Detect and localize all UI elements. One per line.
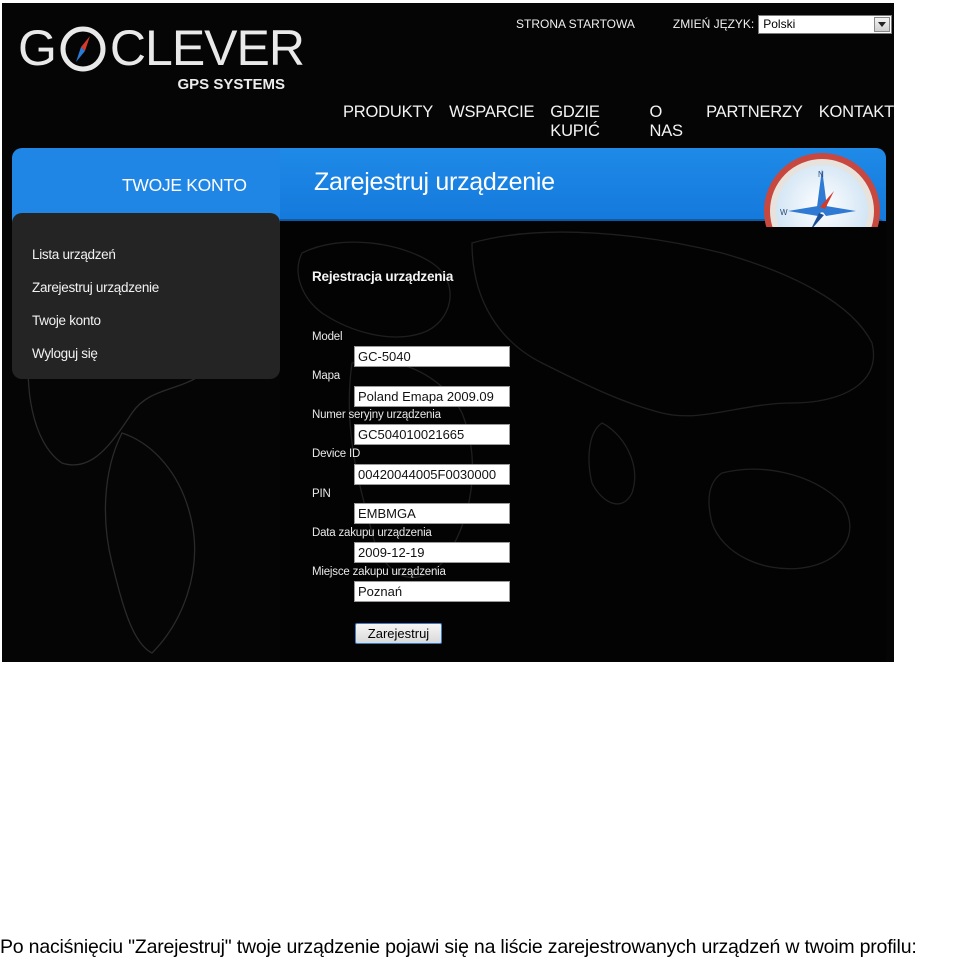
language-select[interactable]: Polski (758, 14, 893, 34)
main-navigation: PRODUKTY WSPARCIE GDZIE KUPIĆ O NAS PART… (343, 103, 894, 141)
svg-text:W: W (780, 208, 788, 217)
purchase-date-label: Data zakupu urządzenia (312, 527, 432, 539)
logo-subtitle: GPS SYSTEMS (177, 76, 285, 93)
form-title: Rejestracja urządzenia (312, 269, 454, 284)
model-label: Model (312, 331, 343, 343)
sidebar-item-logout[interactable]: Wyloguj się (32, 346, 98, 361)
screenshot-frame: G CLEVER GPS SYSTEMS STRONA STARTOWA ZMI… (2, 3, 894, 662)
nav-item-produkty[interactable]: PRODUKTY (343, 103, 433, 141)
map-label: Mapa (312, 370, 340, 382)
logo-text-left: G (18, 20, 57, 76)
purchase-date-field[interactable]: 2009-12-19 (354, 542, 510, 563)
model-field[interactable]: GC-5040 (354, 346, 510, 367)
device-id-label: Device ID (312, 448, 361, 460)
register-button[interactable]: Zarejestruj (355, 623, 442, 644)
language-label: ZMIEŃ JĘZYK: (672, 17, 755, 31)
sidebar-item-register-device[interactable]: Zarejestruj urządzenie (32, 280, 159, 295)
nav-item-wsparcie[interactable]: WSPARCIE (449, 103, 534, 141)
purchase-place-label: Miejsce zakupu urządzenia (312, 566, 446, 578)
language-selected-value: Polski (763, 17, 796, 31)
account-title: TWOJE KONTO (122, 175, 247, 195)
document-caption: Po naciśnięciu "Zarejestruj" twoje urząd… (0, 936, 917, 958)
page-title: Zarejestruj urządzenie (314, 168, 555, 196)
top-bar: STRONA STARTOWA ZMIEŃ JĘZYK: Polski (516, 14, 893, 34)
dropdown-arrow-icon[interactable] (874, 16, 891, 32)
purchase-place-field[interactable]: Poznań (354, 581, 510, 602)
pin-field[interactable]: EMBMGA (354, 503, 510, 524)
logo-text-right: CLEVER (109, 20, 305, 76)
nav-item-partnerzy[interactable]: PARTNERZY (706, 103, 803, 141)
home-link[interactable]: STRONA STARTOWA (516, 17, 635, 31)
compass-o-icon (60, 26, 106, 72)
pin-label: PIN (312, 488, 331, 500)
nav-item-o-nas[interactable]: O NAS (649, 103, 690, 141)
compass-icon: N W (764, 153, 880, 227)
nav-item-kontakt[interactable]: KONTAKT (819, 103, 894, 141)
sidebar-item-device-list[interactable]: Lista urządzeń (32, 247, 116, 262)
device-id-field[interactable]: 00420044005F0030000 (354, 464, 510, 485)
logo-wordmark: G CLEVER (18, 17, 305, 79)
sidebar-item-my-account[interactable]: Twoje konto (32, 313, 101, 328)
svg-text:N: N (818, 170, 824, 179)
nav-item-gdzie-kupic[interactable]: GDZIE KUPIĆ (550, 103, 633, 141)
map-field[interactable]: Poland Emapa 2009.09 (354, 386, 510, 407)
serial-number-label: Numer seryjny urządzenia (312, 409, 441, 421)
serial-number-field[interactable]: GC504010021665 (354, 424, 510, 445)
account-sidebar: Lista urządzeń Zarejestruj urządzenie Tw… (12, 213, 280, 379)
goclever-logo[interactable]: G CLEVER GPS SYSTEMS (18, 17, 305, 97)
